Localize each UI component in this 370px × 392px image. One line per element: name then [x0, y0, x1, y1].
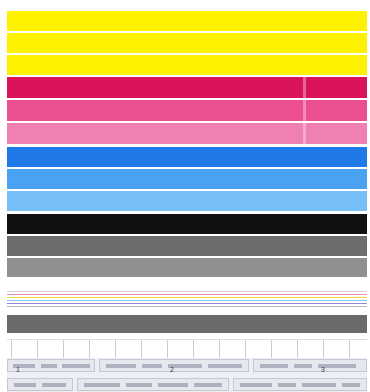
panel-bar — [278, 383, 296, 387]
tick — [167, 340, 168, 358]
thin-line-gray-top — [7, 291, 367, 292]
tick-strip — [7, 340, 367, 358]
panel-row-top — [7, 359, 367, 372]
thin-line-cyan — [7, 300, 367, 301]
black-bar — [7, 214, 367, 234]
tick — [271, 340, 272, 358]
tick — [37, 340, 38, 358]
panel-bar — [106, 364, 136, 368]
panel-bar — [142, 364, 162, 368]
yellow-bar-1 — [7, 11, 367, 31]
panel-bar — [41, 364, 57, 368]
panel-bar — [342, 383, 360, 387]
tick — [141, 340, 142, 358]
panel-bar — [194, 383, 222, 387]
cyan-bar-light — [7, 191, 367, 211]
magenta-bar-mid — [7, 100, 367, 121]
panel-bar — [294, 364, 312, 368]
magenta-bar-light — [7, 123, 367, 144]
tick — [11, 340, 12, 358]
cyan-bar-mid — [7, 169, 367, 189]
registration-panel: 1 2 3 — [7, 339, 367, 392]
tick — [63, 340, 64, 358]
gray-bar-dark — [7, 236, 367, 256]
tick — [193, 340, 194, 358]
yellow-bar-2 — [7, 33, 367, 53]
yellow-bar-3 — [7, 55, 367, 75]
panel — [99, 359, 249, 372]
panel-bar — [208, 364, 242, 368]
marker-2-label: 2 — [170, 367, 174, 374]
panel-bar — [240, 383, 272, 387]
panel — [7, 359, 95, 372]
panel-bar — [302, 383, 336, 387]
tick — [89, 340, 90, 358]
tick — [323, 340, 324, 358]
marker-3-label: 3 — [321, 367, 325, 374]
panel-bar — [42, 383, 66, 387]
panel — [77, 378, 229, 391]
thin-line-pink — [7, 294, 367, 295]
thin-line-yellow — [7, 297, 367, 298]
panel-bar — [84, 383, 120, 387]
marker-1-label: 1 — [16, 367, 20, 374]
panel-row-bottom — [7, 378, 367, 391]
panel — [7, 378, 73, 391]
panel-bar — [14, 383, 36, 387]
tick — [349, 340, 350, 358]
tick — [245, 340, 246, 358]
tick — [219, 340, 220, 358]
panel — [253, 359, 367, 372]
thin-line-violet — [7, 303, 367, 304]
panel-bar — [260, 364, 288, 368]
cyan-bar-dark — [7, 147, 367, 167]
print-test-page: 1 2 3 — [0, 0, 370, 392]
thin-line-gray-bottom — [7, 306, 367, 307]
gray-bar-light — [7, 258, 367, 277]
panel-bar — [126, 383, 152, 387]
panel-bar — [158, 383, 188, 387]
magenta-bar-dark — [7, 77, 367, 98]
tick — [115, 340, 116, 358]
gray-bar-bottom — [7, 315, 367, 333]
panel-bar — [62, 364, 90, 368]
panel — [233, 378, 367, 391]
tick — [297, 340, 298, 358]
